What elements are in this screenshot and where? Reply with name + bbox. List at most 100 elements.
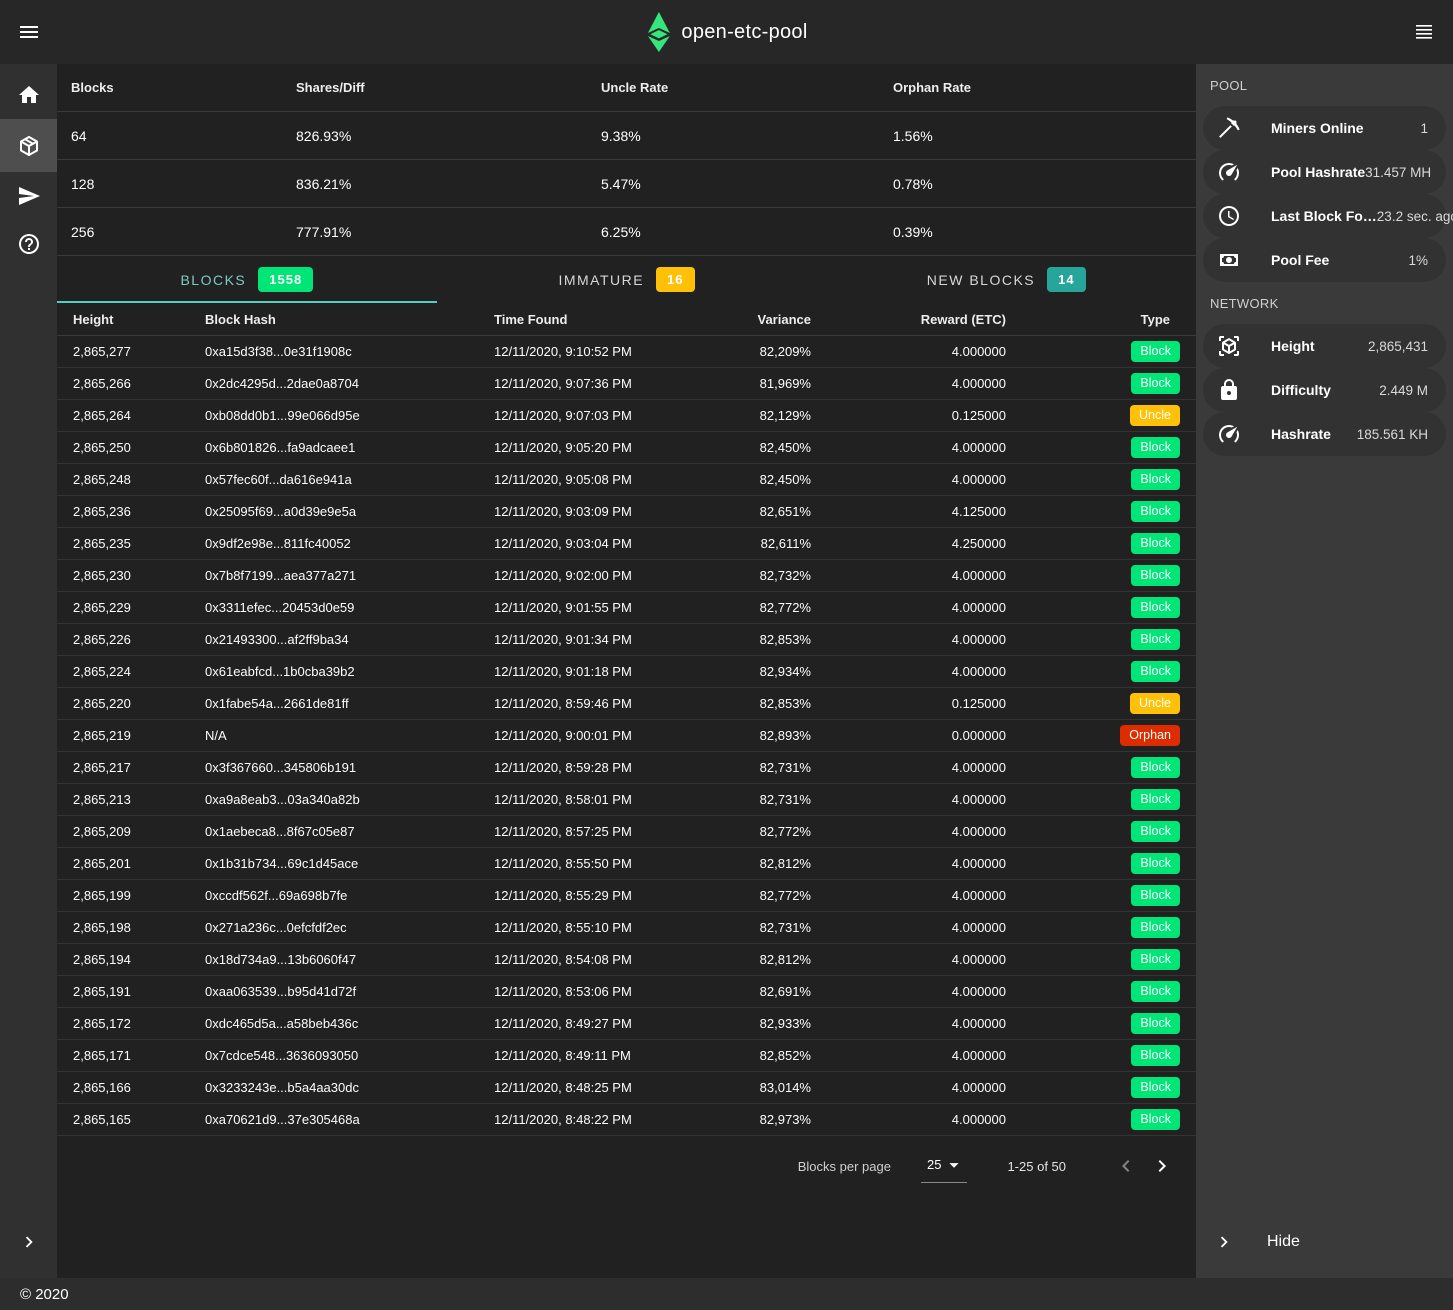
stat-label: Hashrate — [1271, 426, 1331, 442]
type-badge: Block — [1131, 1045, 1180, 1066]
main-content: BlocksShares/DiffUncle RateOrphan Rate 6… — [57, 64, 1196, 1278]
block-row[interactable]: 2,865,2090x1aebeca8...8f67c05e8712/11/20… — [57, 816, 1196, 848]
stats-cell: 9.38% — [587, 128, 879, 144]
block-hash-cell: 0xb08dd0b1...99e066d95e — [197, 408, 487, 423]
tab-label: NEW BLOCKS — [927, 272, 1035, 288]
nav-home[interactable] — [0, 71, 57, 119]
menu-icon — [1412, 20, 1436, 44]
blocks-per-page-label: Blocks per page — [798, 1159, 891, 1174]
tab-count-badge: 16 — [656, 267, 694, 292]
prev-page-button[interactable] — [1108, 1148, 1144, 1184]
hide-drawer-button[interactable]: Hide — [1196, 1218, 1453, 1266]
variance-cell: 82,812% — [747, 856, 827, 871]
per-page-select[interactable]: 25 — [921, 1150, 967, 1183]
block-height-cell: 2,865,220 — [57, 696, 197, 711]
block-row[interactable]: 2,865,1720xdc465d5a...a58beb436c12/11/20… — [57, 1008, 1196, 1040]
stats-col-header: Uncle Rate — [587, 80, 879, 95]
block-hash-cell: 0xa9a8eab3...03a340a82b — [197, 792, 487, 807]
type-cell: Block — [1017, 469, 1196, 490]
block-row[interactable]: 2,865,2010x1b31b734...69c1d45ace12/11/20… — [57, 848, 1196, 880]
app-title: open-etc-pool — [681, 21, 807, 44]
tab-new-blocks[interactable]: NEW BLOCKS14 — [816, 256, 1196, 303]
block-row[interactable]: 2,865,2360x25095f69...a0d39e9e5a12/11/20… — [57, 496, 1196, 528]
type-cell: Orphan — [1017, 725, 1196, 746]
block-row[interactable]: 2,865,2770xa15d3f38...0e31f1908c12/11/20… — [57, 336, 1196, 368]
block-row[interactable]: 2,865,1910xaa063539...b95d41d72f12/11/20… — [57, 976, 1196, 1008]
block-row[interactable]: 2,865,2480x57fec60f...da616e941a12/11/20… — [57, 464, 1196, 496]
time-found-cell: 12/11/2020, 8:55:29 PM — [487, 888, 747, 903]
pagination: Blocks per page 25 1-25 of 50 — [57, 1136, 1196, 1196]
variance-cell: 82,852% — [747, 1048, 827, 1063]
stat-item-hashrate: Hashrate185.561 KH — [1203, 412, 1446, 456]
expand-drawer-button[interactable] — [0, 1218, 57, 1266]
blocks-col-header: Variance — [747, 312, 827, 327]
reward-cell: 4.000000 — [827, 760, 1017, 775]
type-badge: Block — [1131, 981, 1180, 1002]
type-badge: Block — [1131, 341, 1180, 362]
block-row[interactable]: 2,865,2660x2dc4295d...2dae0a870412/11/20… — [57, 368, 1196, 400]
block-row[interactable]: 2,865,2500x6b801826...fa9adcaee112/11/20… — [57, 432, 1196, 464]
hide-label: Hide — [1267, 1233, 1300, 1251]
block-row[interactable]: 2,865,2130xa9a8eab3...03a340a82b12/11/20… — [57, 784, 1196, 816]
block-height-cell: 2,865,213 — [57, 792, 197, 807]
block-row[interactable]: 2,865,1980x271a236c...0efcfdf2ec12/11/20… — [57, 912, 1196, 944]
stats-cell: 6.25% — [587, 224, 879, 240]
variance-cell: 83,014% — [747, 1080, 827, 1095]
block-row[interactable]: 2,865,1990xccdf562f...69a698b7fe12/11/20… — [57, 880, 1196, 912]
block-row[interactable]: 2,865,2200x1fabe54a...2661de81ff12/11/20… — [57, 688, 1196, 720]
block-row[interactable]: 2,865,2350x9df2e98e...811fc4005212/11/20… — [57, 528, 1196, 560]
block-height-cell: 2,865,165 — [57, 1112, 197, 1127]
nav-blocks[interactable] — [0, 119, 57, 172]
block-row[interactable]: 2,865,2290x3311efec...20453d0e5912/11/20… — [57, 592, 1196, 624]
stat-label: Pool Hashrate — [1271, 164, 1365, 180]
block-hash-cell: N/A — [197, 728, 487, 743]
stat-item-difficulty: Difficulty2.449 M — [1203, 368, 1446, 412]
type-cell: Block — [1017, 789, 1196, 810]
variance-cell: 82,450% — [747, 440, 827, 455]
block-row[interactable]: 2,865,2640xb08dd0b1...99e066d95e12/11/20… — [57, 400, 1196, 432]
block-height-cell: 2,865,266 — [57, 376, 197, 391]
type-badge: Block — [1131, 629, 1180, 650]
stat-label: Last Block Fo… — [1271, 208, 1377, 224]
stats-cell: 777.91% — [282, 224, 587, 240]
block-row[interactable]: 2,865,1660x3233243e...b5a4aa30dc12/11/20… — [57, 1072, 1196, 1104]
stat-label: Miners Online — [1271, 120, 1364, 136]
nav-payments[interactable] — [0, 172, 57, 220]
time-found-cell: 12/11/2020, 9:05:20 PM — [487, 440, 747, 455]
time-found-cell: 12/11/2020, 9:03:04 PM — [487, 536, 747, 551]
reward-cell: 4.000000 — [827, 792, 1017, 807]
block-row[interactable]: 2,865,2170x3f367660...345806b19112/11/20… — [57, 752, 1196, 784]
nav-help[interactable] — [0, 220, 57, 268]
send-icon — [17, 184, 41, 208]
type-badge: Block — [1131, 885, 1180, 906]
block-row[interactable]: 2,865,1940x18d734a9...13b6060f4712/11/20… — [57, 944, 1196, 976]
block-row[interactable]: 2,865,1650xa70621d9...37e305468a12/11/20… — [57, 1104, 1196, 1136]
block-row[interactable]: 2,865,219N/A12/11/2020, 9:00:01 PM82,893… — [57, 720, 1196, 752]
tab-blocks[interactable]: BLOCKS1558 — [57, 256, 437, 303]
block-row[interactable]: 2,865,1710x7cdce548...363609305012/11/20… — [57, 1040, 1196, 1072]
variance-cell: 82,934% — [747, 664, 827, 679]
block-row[interactable]: 2,865,2240x61eabfcd...1b0cba39b212/11/20… — [57, 656, 1196, 688]
block-hash-cell: 0xccdf562f...69a698b7fe — [197, 888, 487, 903]
right-menu-button[interactable] — [1400, 8, 1448, 56]
block-row[interactable]: 2,865,2300x7b8f7199...aea377a27112/11/20… — [57, 560, 1196, 592]
time-found-cell: 12/11/2020, 8:49:27 PM — [487, 1016, 747, 1031]
block-height-cell: 2,865,166 — [57, 1080, 197, 1095]
reward-cell: 4.000000 — [827, 952, 1017, 967]
variance-cell: 82,772% — [747, 824, 827, 839]
type-badge: Block — [1131, 917, 1180, 938]
variance-cell: 81,969% — [747, 376, 827, 391]
time-found-cell: 12/11/2020, 8:55:50 PM — [487, 856, 747, 871]
luck-stats-header: BlocksShares/DiffUncle RateOrphan Rate — [57, 64, 1196, 112]
etc-diamond-icon — [645, 12, 671, 52]
next-page-button[interactable] — [1144, 1148, 1180, 1184]
block-row[interactable]: 2,865,2260x21493300...af2ff9ba3412/11/20… — [57, 624, 1196, 656]
left-menu-button[interactable] — [5, 8, 53, 56]
tab-immature[interactable]: IMMATURE16 — [437, 256, 817, 303]
type-badge: Block — [1131, 757, 1180, 778]
stats-row: 128836.21%5.47%0.78% — [57, 160, 1196, 208]
type-badge: Block — [1131, 437, 1180, 458]
reward-cell: 4.250000 — [827, 536, 1017, 551]
variance-cell: 82,732% — [747, 568, 827, 583]
variance-cell: 82,812% — [747, 952, 827, 967]
